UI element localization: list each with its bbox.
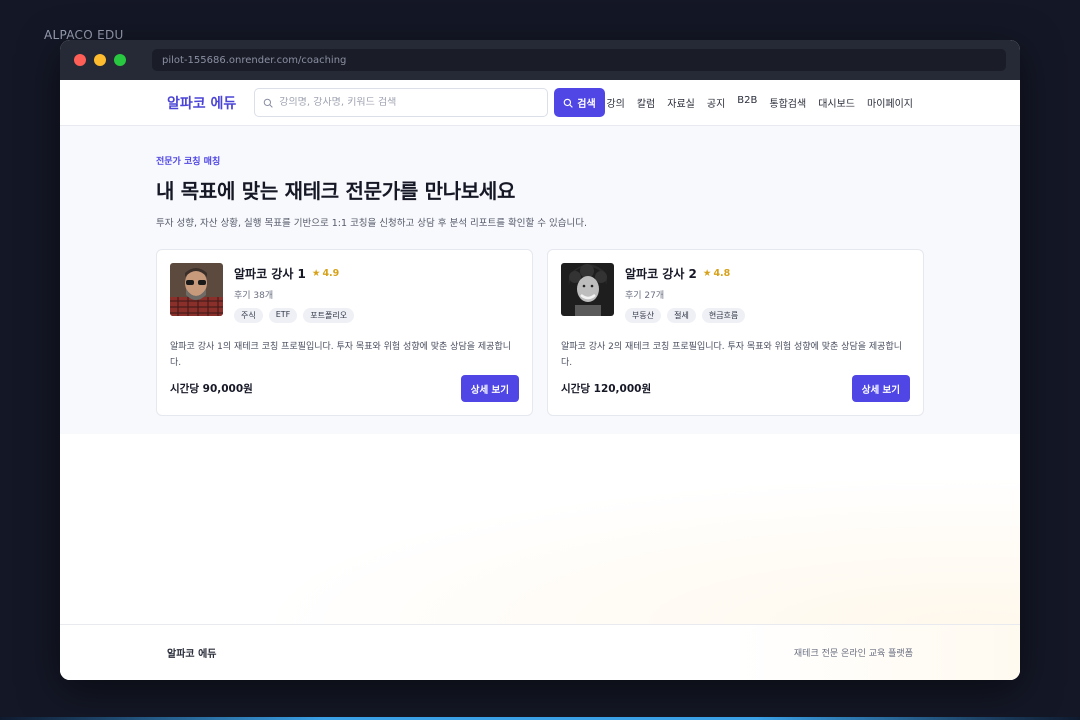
tag-chip: ETF: [268, 308, 298, 323]
page-content: 알파코 에듀 검색 강의 칼럼 자료실 공지 B2B: [60, 80, 1020, 680]
footer-brand: 알파코 에듀: [167, 649, 217, 660]
star-icon: ★: [702, 268, 712, 279]
coach-avatar: [561, 263, 614, 316]
nav-links: 강의 칼럼 자료실 공지 B2B 통합검색 대시보드 마이페이지: [606, 95, 913, 110]
page-footer: 알파코 에듀 재테크 전문 온라인 교육 플랫폼: [60, 624, 1020, 680]
coach-rating: ★ 4.9: [312, 268, 339, 279]
coach-rating: ★ 4.8: [703, 268, 730, 279]
coach-description: 알파코 강사 1의 재테크 코칭 프로필입니다. 투자 목표와 위험 성향에 맞…: [170, 342, 511, 368]
coach-name: 알파코 강사 1: [234, 267, 306, 281]
coach-tags: 주식 ETF 포트폴리오: [234, 308, 355, 323]
address-bar[interactable]: pilot-155686.onrender.com/coaching: [152, 49, 1006, 71]
rating-value: 4.9: [322, 268, 340, 279]
tag-chip: 현금흐름: [701, 308, 746, 323]
search-button-label: 검색: [577, 99, 596, 110]
tag-chip: 부동산: [625, 308, 662, 323]
nav-link-notices[interactable]: 공지: [707, 95, 725, 110]
nav-link-columns[interactable]: 칼럼: [637, 95, 655, 110]
tag-chip: 주식: [234, 308, 263, 323]
search-button[interactable]: 검색: [554, 88, 605, 117]
footer-tagline: 재테크 전문 온라인 교육 플랫폼: [793, 649, 913, 659]
coach-avatar: [170, 263, 223, 316]
rating-value: 4.8: [713, 268, 731, 279]
nav-link-dashboard[interactable]: 대시보드: [818, 95, 855, 110]
star-icon: ★: [311, 268, 321, 279]
coach-price: 시간당 90,000원: [170, 383, 253, 395]
search-box[interactable]: [254, 88, 549, 117]
top-navigation: 알파코 에듀 검색 강의 칼럼 자료실 공지 B2B: [60, 80, 1020, 126]
coach-tags: 부동산 절세 현금흐름: [625, 308, 746, 323]
search-icon: [563, 98, 574, 108]
view-detail-button[interactable]: 상세 보기: [460, 375, 519, 402]
tag-chip: 포트폴리오: [303, 308, 355, 323]
review-count: 후기 38개: [234, 291, 274, 301]
coach-card[interactable]: 알파코 강사 2 ★ 4.8 후기 27개 부동산 절세 현금흐름 알파코 강사…: [547, 249, 924, 416]
nav-link-lectures[interactable]: 강의: [606, 95, 624, 110]
nav-link-mypage[interactable]: 마이페이지: [867, 95, 913, 110]
coach-description: 알파코 강사 2의 재테크 코칭 프로필입니다. 투자 목표와 위험 성향에 맞…: [561, 342, 902, 368]
brand-logo[interactable]: 알파코 에듀: [167, 93, 236, 113]
browser-chrome: pilot-155686.onrender.com/coaching: [60, 40, 1020, 80]
search-icon: [264, 98, 274, 108]
nav-link-b2b[interactable]: B2B: [737, 95, 757, 110]
coach-card-list: 알파코 강사 1 ★ 4.9 후기 38개 주식 ETF 포트폴리오 알파코 강…: [156, 249, 924, 416]
nav-link-integrated-search[interactable]: 통합검색: [769, 95, 806, 110]
view-detail-button[interactable]: 상세 보기: [851, 375, 910, 402]
coach-card[interactable]: 알파코 강사 1 ★ 4.9 후기 38개 주식 ETF 포트폴리오 알파코 강…: [156, 249, 533, 416]
url-text: pilot-155686.onrender.com/coaching: [162, 54, 347, 66]
coach-price: 시간당 120,000원: [561, 383, 652, 395]
search-input[interactable]: [279, 97, 540, 108]
browser-window: pilot-155686.onrender.com/coaching 알파코 에…: [60, 40, 1020, 680]
minimize-window-dot[interactable]: [94, 54, 106, 66]
nav-link-resources[interactable]: 자료실: [667, 95, 695, 110]
close-window-dot[interactable]: [74, 54, 86, 66]
hero-section: 전문가 코칭 매칭 내 목표에 맞는 재테크 전문가를 만나보세요 투자 성향,…: [60, 126, 1020, 434]
empty-content-area: [60, 434, 1020, 624]
page-subtitle: 투자 성향, 자산 상황, 실행 목표를 기반으로 1:1 코칭을 신청하고 상…: [156, 218, 588, 229]
review-count: 후기 27개: [625, 291, 665, 301]
section-eyebrow: 전문가 코칭 매칭: [156, 157, 221, 167]
page-title: 내 목표에 맞는 재테크 전문가를 만나보세요: [156, 179, 516, 203]
coach-name: 알파코 강사 2: [625, 267, 697, 281]
maximize-window-dot[interactable]: [114, 54, 126, 66]
tag-chip: 절세: [667, 308, 696, 323]
